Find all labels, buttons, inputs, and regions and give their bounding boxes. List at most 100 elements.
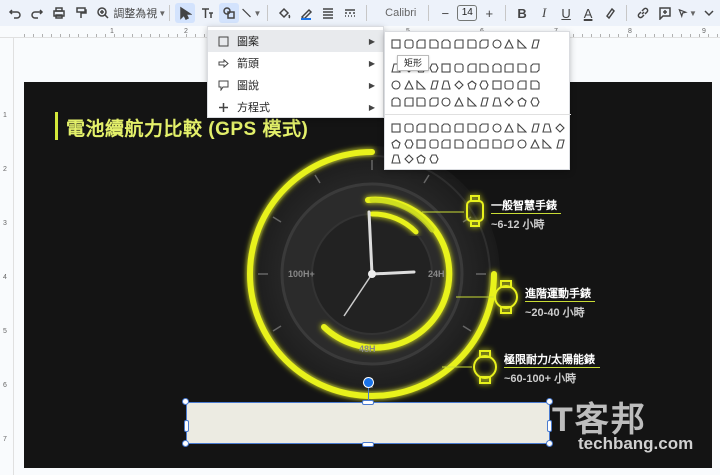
pen-tool-icon[interactable]: ▼ bbox=[677, 3, 697, 23]
shape-option-icon[interactable] bbox=[441, 138, 451, 149]
shape-option-icon[interactable] bbox=[391, 79, 401, 90]
shape-option-icon[interactable] bbox=[391, 122, 401, 133]
shape-tool-icon[interactable] bbox=[219, 3, 240, 23]
shape-option-icon[interactable] bbox=[404, 122, 414, 133]
border-weight-icon[interactable] bbox=[318, 3, 338, 23]
shape-option-icon[interactable] bbox=[391, 38, 401, 49]
shape-option-icon[interactable] bbox=[416, 138, 426, 149]
shape-option-icon[interactable] bbox=[454, 122, 464, 133]
shape-option-icon[interactable] bbox=[429, 138, 439, 149]
shape-option-icon[interactable] bbox=[479, 138, 489, 149]
bold-icon[interactable]: B bbox=[512, 3, 532, 23]
shape-option-icon[interactable] bbox=[517, 96, 527, 107]
shape-option-icon[interactable] bbox=[416, 96, 426, 107]
shape-option-icon[interactable] bbox=[555, 122, 565, 133]
resize-handle-bottom[interactable] bbox=[362, 442, 374, 447]
shape-option-icon[interactable] bbox=[479, 96, 489, 107]
shape-option-icon[interactable] bbox=[530, 38, 540, 49]
shape-option-icon[interactable] bbox=[517, 62, 527, 73]
comment-icon[interactable] bbox=[655, 3, 675, 23]
shape-option-icon[interactable] bbox=[441, 62, 451, 73]
shape-option-icon[interactable] bbox=[529, 138, 540, 149]
shape-option-icon[interactable] bbox=[466, 79, 477, 90]
shape-option-icon[interactable] bbox=[530, 62, 540, 73]
font-size-input[interactable]: 14 bbox=[457, 5, 478, 21]
shape-option-icon[interactable] bbox=[429, 38, 439, 49]
underline-icon[interactable]: U bbox=[556, 3, 576, 23]
shape-option-icon[interactable] bbox=[429, 79, 439, 90]
shape-option-icon[interactable] bbox=[467, 138, 477, 149]
paint-format-icon[interactable] bbox=[71, 3, 91, 23]
undo-icon[interactable] bbox=[5, 3, 25, 23]
font-select[interactable]: Calibri bbox=[373, 3, 422, 23]
zoom-icon[interactable] bbox=[93, 3, 113, 23]
shape-option-icon[interactable] bbox=[404, 38, 414, 49]
shape-option-icon[interactable] bbox=[416, 38, 426, 49]
shape-option-icon[interactable] bbox=[403, 153, 414, 164]
menu-item-equations[interactable]: 方程式 ▶ bbox=[208, 96, 383, 118]
shape-option-icon[interactable] bbox=[479, 122, 489, 133]
shape-option-icon[interactable] bbox=[504, 96, 515, 107]
shape-option-icon[interactable] bbox=[403, 79, 414, 90]
shape-option-icon[interactable] bbox=[454, 79, 464, 90]
shape-option-icon[interactable] bbox=[479, 38, 489, 49]
menu-item-arrows[interactable]: 箭頭 ▶ bbox=[208, 52, 383, 74]
shape-option-icon[interactable] bbox=[517, 79, 527, 90]
shape-option-icon[interactable] bbox=[467, 38, 477, 49]
resize-handle-left[interactable] bbox=[184, 420, 189, 432]
shape-option-icon[interactable] bbox=[441, 96, 451, 107]
shape-option-icon[interactable] bbox=[454, 138, 464, 149]
text-color-icon[interactable]: A bbox=[578, 3, 598, 23]
shape-option-icon[interactable] bbox=[555, 138, 565, 149]
rotate-handle[interactable] bbox=[363, 377, 374, 388]
border-color-icon[interactable] bbox=[296, 3, 316, 23]
shape-option-icon[interactable] bbox=[467, 96, 477, 107]
shape-option-icon[interactable] bbox=[504, 138, 514, 149]
resize-handle-bl[interactable] bbox=[182, 440, 189, 447]
menu-item-callouts[interactable]: 圖說 ▶ bbox=[208, 74, 383, 96]
shape-option-icon[interactable] bbox=[454, 62, 464, 73]
zoom-select[interactable]: 調整為視 ▼ bbox=[113, 3, 166, 23]
text-box-icon[interactable] bbox=[197, 3, 217, 23]
link-icon[interactable] bbox=[633, 3, 653, 23]
slide-title[interactable]: 電池續航力比較 (GPS 模式) bbox=[66, 114, 308, 141]
shape-option-icon[interactable] bbox=[429, 62, 439, 73]
shape-option-icon[interactable] bbox=[391, 153, 401, 164]
shape-option-icon[interactable] bbox=[467, 62, 477, 73]
shape-option-icon[interactable] bbox=[416, 153, 426, 164]
shape-option-icon[interactable] bbox=[391, 96, 401, 107]
shape-option-icon[interactable] bbox=[504, 122, 515, 133]
shape-option-icon[interactable] bbox=[429, 122, 439, 133]
shape-option-icon[interactable] bbox=[403, 138, 414, 149]
shape-option-icon[interactable] bbox=[517, 38, 528, 49]
menu-item-shapes[interactable]: 圖案 ▶ bbox=[208, 30, 383, 52]
shape-option-icon[interactable] bbox=[416, 79, 427, 90]
shape-option-icon[interactable] bbox=[504, 79, 514, 90]
shape-option-icon[interactable] bbox=[429, 153, 439, 164]
highlight-icon[interactable] bbox=[600, 3, 620, 23]
shape-option-icon[interactable] bbox=[492, 62, 502, 73]
shape-option-icon[interactable] bbox=[517, 122, 528, 133]
increase-font-icon[interactable]: + bbox=[479, 3, 499, 23]
print-icon[interactable] bbox=[49, 3, 69, 23]
shape-option-icon[interactable] bbox=[454, 96, 464, 107]
shape-option-icon[interactable] bbox=[542, 138, 553, 149]
resize-handle-top[interactable] bbox=[362, 400, 374, 405]
shape-option-icon[interactable] bbox=[441, 122, 451, 133]
shape-option-icon[interactable] bbox=[441, 38, 451, 49]
shape-option-icon[interactable] bbox=[517, 138, 527, 149]
more-icon[interactable] bbox=[699, 3, 719, 23]
decrease-font-icon[interactable]: − bbox=[435, 3, 455, 23]
shape-option-icon[interactable] bbox=[454, 38, 464, 49]
shape-option-icon[interactable] bbox=[391, 138, 401, 149]
resize-handle-tl[interactable] bbox=[182, 398, 189, 405]
shape-option-icon[interactable] bbox=[542, 122, 552, 133]
resize-handle-br[interactable] bbox=[546, 440, 553, 447]
selected-textbox[interactable] bbox=[186, 402, 550, 444]
shape-option-icon[interactable] bbox=[504, 62, 514, 73]
border-dash-icon[interactable] bbox=[340, 3, 360, 23]
line-tool-icon[interactable]: ▼ bbox=[241, 3, 261, 23]
shape-option-icon[interactable] bbox=[529, 96, 540, 107]
shape-option-icon[interactable] bbox=[492, 38, 502, 49]
shape-option-icon[interactable] bbox=[479, 62, 489, 73]
